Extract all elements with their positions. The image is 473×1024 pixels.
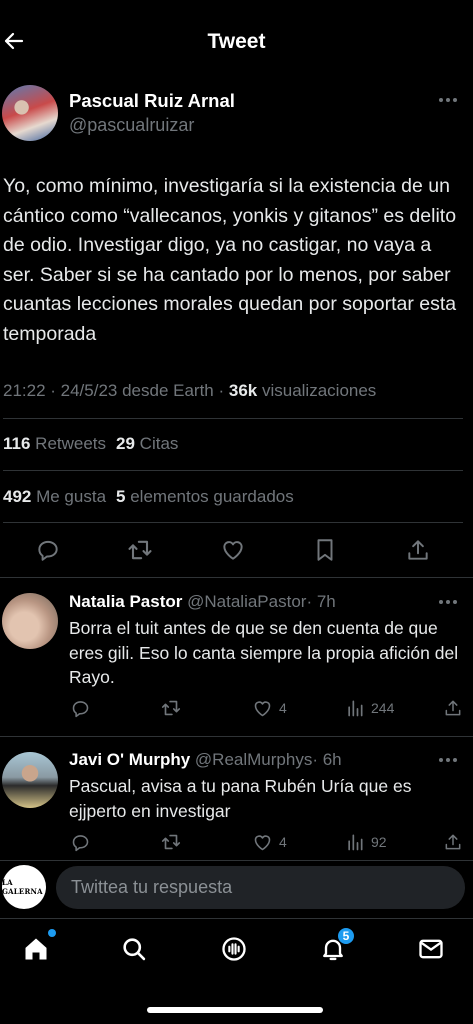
tweet-meta: 21:22 · 24/5/23 desde Earth · 36k visual…	[3, 381, 376, 401]
tweet-author: Pascual Ruiz Arnal @pascualruizar	[0, 84, 473, 146]
bookmarks-count: 5	[116, 487, 126, 506]
divider	[3, 470, 463, 471]
reply-author-handle[interactable]: @RealMurphys	[195, 750, 312, 769]
share-icon[interactable]	[443, 696, 463, 720]
reply-view-count: 92	[371, 834, 387, 850]
retweets-stat[interactable]: 116 Retweets	[3, 434, 106, 453]
views-count: 36k	[228, 381, 258, 400]
likes-stat[interactable]: 492 Me gusta	[3, 487, 106, 506]
tweet-action-bar	[0, 534, 473, 566]
bookmarks-stat[interactable]: 5 elementos guardados	[116, 487, 294, 506]
like-heart-icon[interactable]	[219, 536, 247, 564]
reply-time: · 7h	[306, 592, 336, 611]
retweets-label: Retweets	[30, 434, 107, 453]
spaces-icon[interactable]	[218, 933, 250, 965]
tweet-text: Yo, como mínimo, investigaría si la exis…	[3, 175, 457, 345]
notifications-bell-icon[interactable]: 5	[317, 927, 355, 965]
reply-view-count: 244	[371, 700, 395, 716]
home-icon[interactable]	[20, 929, 56, 965]
author-avatar[interactable]	[2, 85, 58, 141]
views-icon[interactable]: 92	[345, 830, 387, 854]
likes-label: Me gusta	[31, 487, 107, 506]
author-handle[interactable]: @pascualruizar	[69, 115, 194, 136]
likes-bookmarks-stats: 492 Me gusta 5 elementos guardados	[3, 487, 294, 507]
like-heart-icon[interactable]: 4	[252, 830, 287, 854]
bookmark-icon[interactable]	[311, 536, 339, 564]
retweets-count: 116	[3, 434, 31, 453]
reply-avatar[interactable]	[2, 593, 58, 649]
top-bar: Tweet	[0, 0, 473, 74]
reply-like-count: 4	[279, 700, 287, 716]
new-content-dot	[48, 929, 56, 937]
author-name[interactable]: Pascual Ruiz Arnal	[69, 90, 235, 112]
share-icon[interactable]	[443, 830, 463, 854]
quotes-count: 29	[116, 434, 135, 453]
reply-icon[interactable]	[70, 696, 91, 720]
home-indicator[interactable]	[147, 1007, 323, 1013]
reply-header: Javi O' Murphy @RealMurphys· 6h	[69, 750, 342, 770]
share-icon[interactable]	[404, 536, 432, 564]
messages-envelope-icon[interactable]	[415, 933, 447, 965]
reply-input[interactable]	[56, 866, 465, 909]
reply-icon[interactable]	[34, 536, 62, 564]
views-icon[interactable]: 244	[345, 696, 394, 720]
bookmarks-label: elementos guardados	[125, 487, 294, 506]
quotes-label: Citas	[134, 434, 179, 453]
reply-item[interactable]: Javi O' Murphy @RealMurphys· 6h Pascual,…	[0, 748, 473, 858]
search-icon[interactable]	[118, 933, 150, 965]
quotes-stat[interactable]: 29 Citas	[116, 434, 178, 453]
like-heart-icon[interactable]: 4	[252, 696, 287, 720]
reply-time: · 6h	[312, 750, 342, 769]
more-options-icon[interactable]	[439, 94, 461, 106]
reply-author-name[interactable]: Natalia Pastor	[69, 592, 182, 611]
retweet-icon[interactable]	[160, 830, 182, 854]
reply-item[interactable]: Natalia Pastor @NataliaPastor· 7h Borra …	[0, 590, 473, 735]
likes-count: 492	[3, 487, 32, 506]
reply-action-bar: 4 92	[0, 830, 473, 854]
notifications-badge: 5	[337, 927, 355, 945]
reply-author-name[interactable]: Javi O' Murphy	[69, 750, 190, 769]
reply-text: Pascual, avisa a tu pana Rubén Uría que …	[69, 776, 412, 821]
reply-compose-bar: LA GALERNA	[0, 860, 473, 916]
page-title: Tweet	[207, 30, 266, 53]
reply-action-bar: 4 244	[0, 696, 473, 720]
reply-header: Natalia Pastor @NataliaPastor· 7h	[69, 592, 336, 612]
divider	[3, 418, 463, 419]
more-options-icon[interactable]	[439, 754, 461, 766]
reply-author-handle[interactable]: @NataliaPastor	[187, 592, 306, 611]
divider	[0, 577, 473, 578]
bottom-navigation: 5	[0, 918, 473, 1024]
user-avatar[interactable]: LA GALERNA	[2, 865, 46, 909]
avatar-logo-text: LA GALERNA	[2, 878, 43, 896]
divider	[0, 736, 473, 737]
tweet-timestamp[interactable]: 21:22 · 24/5/23 desde Earth ·	[3, 381, 229, 400]
retweet-quote-stats: 116 Retweets 29 Citas	[3, 434, 178, 454]
more-options-icon[interactable]	[439, 596, 461, 608]
views-label: visualizaciones	[257, 381, 377, 400]
reply-like-count: 4	[279, 834, 287, 850]
retweet-icon[interactable]	[126, 536, 154, 564]
reply-icon[interactable]	[70, 830, 91, 854]
reply-text: Borra el tuit antes de que se den cuenta…	[69, 618, 459, 687]
retweet-icon[interactable]	[160, 696, 182, 720]
reply-avatar[interactable]	[2, 752, 58, 808]
divider	[3, 522, 463, 523]
